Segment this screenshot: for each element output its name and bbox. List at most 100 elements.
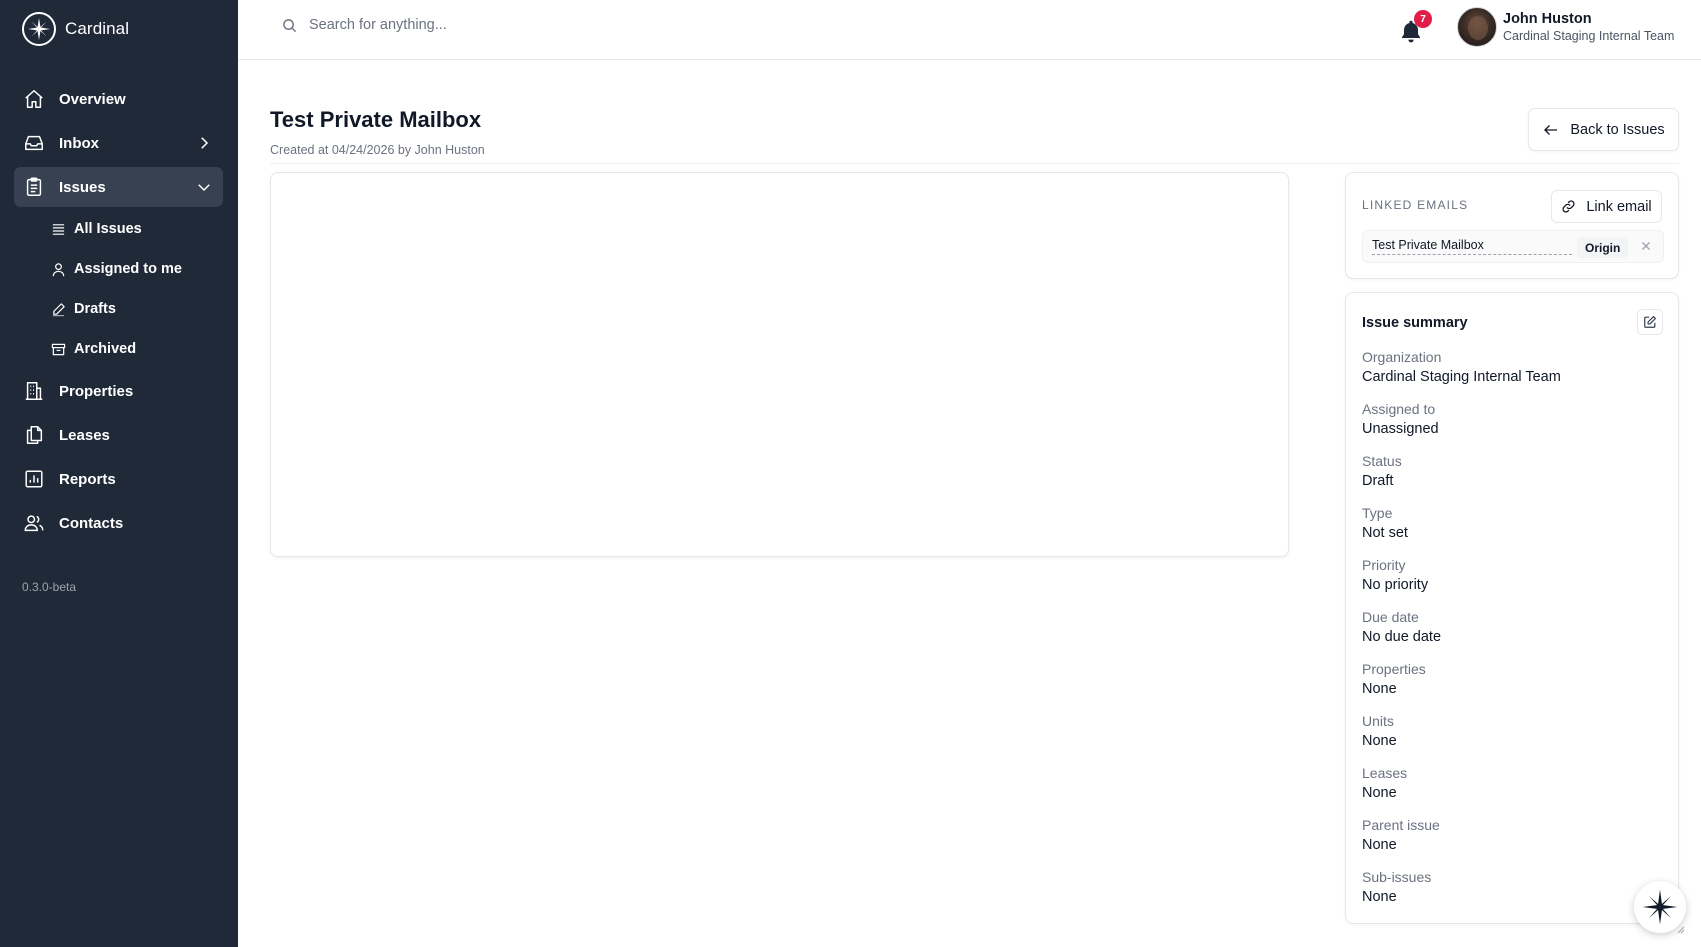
sidebar-subitem-label: Drafts <box>74 301 116 317</box>
link-icon <box>1562 200 1575 213</box>
building-icon <box>23 380 45 402</box>
linked-email-subject[interactable]: Test Private Mailbox <box>1372 238 1572 255</box>
sidebar-item-label: Reports <box>59 470 116 488</box>
sidebar-item-issues[interactable]: Issues <box>14 167 223 207</box>
field-label: Sub-issues <box>1362 869 1432 885</box>
field-value: None <box>1362 785 1397 801</box>
sidebar-item-label: Contacts <box>59 514 124 532</box>
sidebar-item-leases[interactable]: Leases <box>14 415 223 455</box>
sidebar-subitem-all-issues[interactable]: All Issues <box>14 211 223 247</box>
chevron-right-icon[interactable] <box>195 134 213 152</box>
field-label: Properties <box>1362 661 1426 677</box>
notifications-button[interactable]: 7 <box>1398 10 1432 44</box>
field-value: None <box>1362 681 1397 697</box>
user-info: John Huston Cardinal Staging Internal Te… <box>1503 10 1674 44</box>
search-bar <box>282 17 609 33</box>
sidebar-subitem-assigned-to-me[interactable]: Assigned to me <box>14 251 223 287</box>
field-label: Status <box>1362 453 1402 469</box>
home-icon <box>23 88 45 110</box>
field-leases: Leases None <box>1362 764 1561 816</box>
field-label: Priority <box>1362 557 1406 573</box>
sidebar-item-properties[interactable]: Properties <box>14 371 223 411</box>
brand[interactable]: Cardinal <box>22 12 129 46</box>
header-divider <box>270 163 1679 164</box>
user-icon <box>50 261 66 277</box>
notification-count-badge: 7 <box>1414 10 1432 28</box>
issue-content-card <box>270 172 1289 557</box>
field-label: Parent issue <box>1362 817 1440 833</box>
field-label: Units <box>1362 713 1394 729</box>
avatar <box>1457 7 1497 47</box>
user-menu[interactable]: John Huston Cardinal Staging Internal Te… <box>1457 7 1674 47</box>
field-value: Not set <box>1362 525 1408 541</box>
sidebar-item-reports[interactable]: Reports <box>14 459 223 499</box>
field-value: None <box>1362 733 1397 749</box>
users-icon <box>23 512 45 534</box>
linked-email-item: Test Private Mailbox Origin <box>1362 230 1664 263</box>
field-status: Status Draft <box>1362 452 1561 504</box>
resize-handle-icon[interactable] <box>1673 922 1685 934</box>
link-email-label: Link email <box>1586 198 1652 215</box>
sidebar-item-label: Overview <box>59 90 126 108</box>
field-value: None <box>1362 889 1397 905</box>
field-label: Leases <box>1362 765 1408 781</box>
sidebar-item-contacts[interactable]: Contacts <box>14 503 223 543</box>
field-organization: Organization Cardinal Staging Internal Te… <box>1362 348 1561 400</box>
back-to-issues-label: Back to Issues <box>1570 121 1665 138</box>
sidebar-subitem-label: Assigned to me <box>74 261 182 277</box>
field-properties: Properties None <box>1362 660 1561 712</box>
compass-star-icon <box>1642 889 1678 925</box>
field-value: No priority <box>1362 577 1429 593</box>
bar-chart-icon <box>23 468 45 490</box>
pencil-icon <box>50 301 66 317</box>
field-value: Unassigned <box>1362 421 1439 437</box>
field-priority: Priority No priority <box>1362 556 1561 608</box>
inbox-icon <box>23 132 45 154</box>
page-title: Test Private Mailbox <box>270 107 482 132</box>
sidebar-item-label: Properties <box>59 382 134 400</box>
field-assigned-to: Assigned to Unassigned <box>1362 400 1561 452</box>
documents-icon <box>23 424 45 446</box>
search-input[interactable] <box>309 17 609 33</box>
field-value: Draft <box>1362 473 1394 489</box>
field-label: Assigned to <box>1362 401 1436 417</box>
field-parent-issue: Parent issue None <box>1362 816 1561 868</box>
user-organization: Cardinal Staging Internal Team <box>1503 29 1675 43</box>
origin-badge: Origin <box>1577 237 1629 258</box>
compass-logo-icon <box>22 12 56 46</box>
arrow-left-icon <box>1544 124 1558 135</box>
close-icon[interactable] <box>1639 239 1653 253</box>
field-type: Type Not set <box>1362 504 1561 556</box>
sidebar-item-overview[interactable]: Overview <box>14 79 223 119</box>
field-value: None <box>1362 837 1397 853</box>
link-email-button[interactable]: Link email <box>1551 190 1662 223</box>
field-label: Type <box>1362 505 1393 521</box>
back-to-issues-button[interactable]: Back to Issues <box>1528 108 1679 151</box>
summary-fields: Organization Cardinal Staging Internal Te… <box>1362 348 1561 920</box>
field-value: Cardinal Staging Internal Team <box>1362 369 1561 385</box>
sidebar-item-label: Issues <box>59 178 106 196</box>
user-name: John Huston <box>1503 11 1592 27</box>
topbar: 7 John Huston Cardinal Staging Internal … <box>238 0 1701 60</box>
sidebar: Cardinal Overview Inbox Issues All Issue… <box>0 0 238 947</box>
brand-name: Cardinal <box>65 19 130 38</box>
archive-icon <box>50 341 66 357</box>
sidebar-item-label: Inbox <box>59 134 99 152</box>
field-label: Due date <box>1362 609 1419 625</box>
sidebar-item-inbox[interactable]: Inbox <box>14 123 223 163</box>
field-label: Organization <box>1362 349 1442 365</box>
field-sub-issues: Sub-issues None <box>1362 868 1561 920</box>
chevron-down-icon[interactable] <box>195 178 213 196</box>
sidebar-subitem-label: All Issues <box>74 221 142 237</box>
sidebar-subitem-label: Archived <box>74 341 137 357</box>
edit-icon <box>1644 315 1657 328</box>
issues-subnav: All Issues Assigned to me Drafts Archive… <box>14 211 223 367</box>
search-icon <box>283 18 297 32</box>
edit-summary-button[interactable] <box>1637 309 1663 335</box>
sidebar-subitem-drafts[interactable]: Drafts <box>14 291 223 327</box>
created-meta: Created at 04/24/2026 by John Huston <box>270 143 485 157</box>
sidebar-item-label: Leases <box>59 426 110 444</box>
issue-summary-panel: Issue summary Organization Cardinal Stagi… <box>1345 292 1679 924</box>
sidebar-subitem-archived[interactable]: Archived <box>14 331 223 367</box>
linked-emails-panel: LINKED EMAILS Link email Test Private Ma… <box>1345 172 1679 279</box>
